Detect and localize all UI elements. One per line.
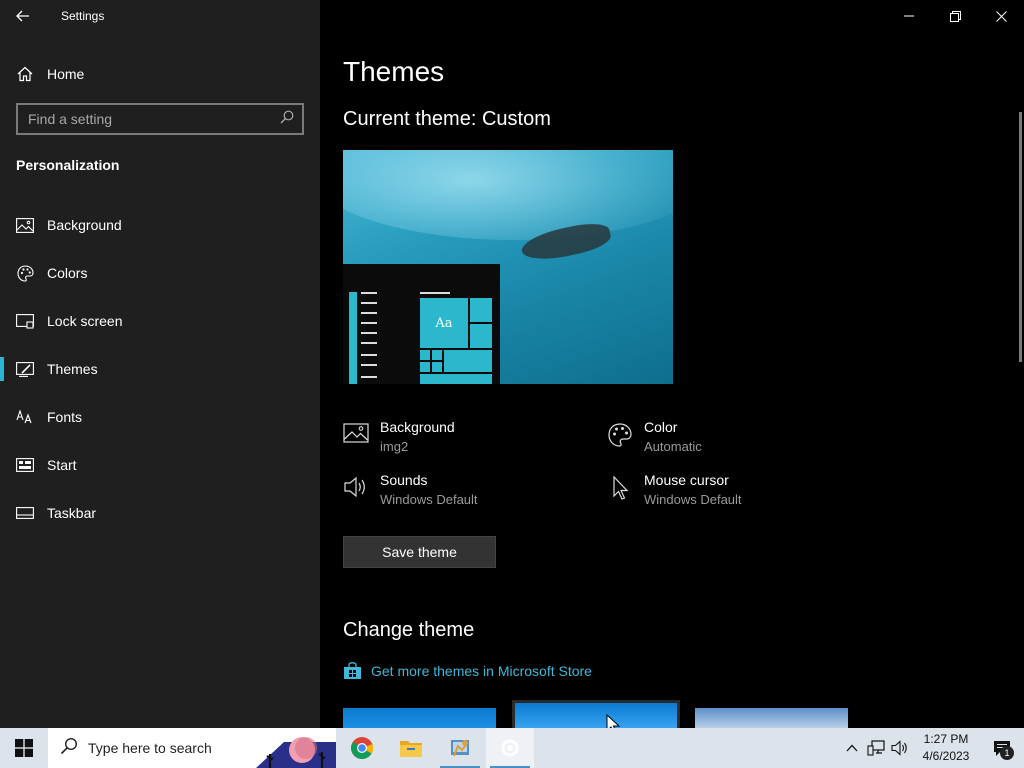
palette-icon [607, 422, 633, 448]
sidebar-item-label: Themes [47, 361, 98, 377]
sidebar-item-label: Fonts [47, 409, 83, 425]
scrollbar-thumb[interactable] [1019, 112, 1022, 362]
network-button[interactable] [864, 728, 888, 768]
sidebar-item-label: Colors [47, 265, 88, 281]
clock-date: 4/6/2023 [922, 749, 970, 763]
clock-time: 1:27 PM [923, 732, 969, 746]
windows-logo-icon [15, 739, 33, 757]
sidebar-item-lock-screen[interactable]: Lock screen [0, 297, 320, 345]
theme-thumbnail-sky[interactable] [695, 708, 848, 728]
home-label: Home [47, 66, 85, 82]
personalization-nav: Background Colors Lock screen Themes Fon… [0, 201, 320, 537]
chevron-up-icon [846, 744, 858, 752]
back-arrow-icon [16, 10, 29, 22]
taskbar-search-box [48, 728, 336, 768]
speaker-icon [343, 475, 369, 501]
preview-tile-aa: Aa [420, 298, 468, 348]
section-title-personalization: Personalization [16, 157, 120, 173]
taskbar-app-settings[interactable] [486, 728, 534, 768]
color-property-title: Color [644, 419, 678, 435]
picture-icon [16, 217, 34, 233]
sounds-property-value: Windows Default [380, 492, 478, 507]
control-panel-icon [451, 740, 469, 757]
sidebar-item-label: Start [47, 457, 77, 473]
home-icon [16, 66, 34, 82]
find-setting-search [16, 103, 304, 135]
system-tray: 1:27 PM 4/6/2023 1 [840, 728, 1024, 768]
sidebar-item-taskbar[interactable]: Taskbar [0, 489, 320, 537]
preview-wallpaper-wave [343, 150, 673, 240]
home-nav-item[interactable]: Home [0, 56, 320, 92]
background-property-title: Background [380, 419, 455, 435]
current-theme-heading: Current theme: Custom [343, 108, 551, 130]
mouse-cursor-property-value: Windows Default [644, 492, 742, 507]
sidebar: Settings Home Personalization Background [0, 0, 320, 728]
find-setting-input[interactable] [28, 111, 280, 127]
chrome-icon [351, 737, 374, 759]
save-theme-button[interactable]: Save theme [343, 536, 496, 568]
volume-button[interactable] [888, 728, 912, 768]
sidebar-item-fonts[interactable]: Fonts [0, 393, 320, 441]
back-button[interactable] [0, 0, 46, 32]
main-content: Themes Current theme: Custom Aa Backgrou… [320, 0, 1024, 728]
start-icon [16, 458, 34, 472]
sidebar-item-colors[interactable]: Colors [0, 249, 320, 297]
store-bag-icon [344, 662, 361, 679]
sidebar-item-background[interactable]: Background [0, 201, 320, 249]
sidebar-item-themes[interactable]: Themes [0, 345, 320, 393]
search-icon [60, 737, 80, 760]
app-title: Settings [61, 9, 105, 23]
clock[interactable]: 1:27 PM 4/6/2023 [912, 731, 980, 765]
background-property[interactable]: Background img2 [343, 418, 593, 458]
theme-preview: Aa [343, 150, 673, 384]
fonts-icon [16, 410, 34, 424]
taskbar-app-chrome[interactable] [338, 728, 386, 768]
settings-icon [501, 739, 519, 757]
taskbar-icon [16, 507, 34, 519]
themes-icon [16, 361, 34, 377]
search-highlight-illustration [256, 728, 336, 768]
taskbar-search-input[interactable] [88, 740, 258, 756]
search-icon[interactable] [280, 110, 294, 129]
cursor-arrow-icon [607, 475, 633, 501]
sounds-property[interactable]: Sounds Windows Default [343, 471, 593, 511]
mouse-cursor-property-title: Mouse cursor [644, 472, 729, 488]
taskbar-app-file-explorer[interactable] [387, 728, 435, 768]
microsoft-store-link[interactable]: Get more themes in Microsoft Store [343, 662, 592, 680]
palette-icon [16, 264, 34, 282]
title-bar: Settings [0, 0, 320, 32]
start-button[interactable] [0, 728, 48, 768]
theme-thumbnail-windows-light[interactable] [512, 700, 680, 728]
file-explorer-icon [400, 741, 422, 757]
sidebar-item-label: Taskbar [47, 505, 97, 521]
mouse-cursor-property[interactable]: Mouse cursor Windows Default [607, 471, 857, 511]
color-property[interactable]: Color Automatic [607, 418, 857, 458]
change-theme-heading: Change theme [343, 619, 475, 641]
picture-icon [343, 422, 369, 448]
settings-window: Settings Home Personalization Background [0, 0, 1024, 728]
microsoft-store-link-text: Get more themes in Microsoft Store [371, 663, 592, 679]
background-property-value: img2 [380, 439, 409, 454]
theme-thumbnail-windows[interactable] [343, 708, 496, 728]
sidebar-item-start[interactable]: Start [0, 441, 320, 489]
sidebar-item-label: Background [47, 217, 122, 233]
sidebar-item-label: Lock screen [47, 313, 123, 329]
lock-screen-icon [16, 313, 34, 329]
notification-count-badge: 1 [1000, 746, 1014, 760]
speaker-icon [891, 740, 907, 756]
color-property-value: Automatic [644, 439, 702, 454]
page-title: Themes [343, 56, 445, 87]
action-center-button[interactable]: 1 [980, 728, 1024, 768]
taskbar-app-control-panel[interactable] [436, 728, 484, 768]
network-icon [867, 740, 885, 756]
sounds-property-title: Sounds [380, 472, 428, 488]
taskbar: 1:27 PM 4/6/2023 1 [0, 728, 1024, 768]
show-hidden-icons-button[interactable] [840, 728, 864, 768]
